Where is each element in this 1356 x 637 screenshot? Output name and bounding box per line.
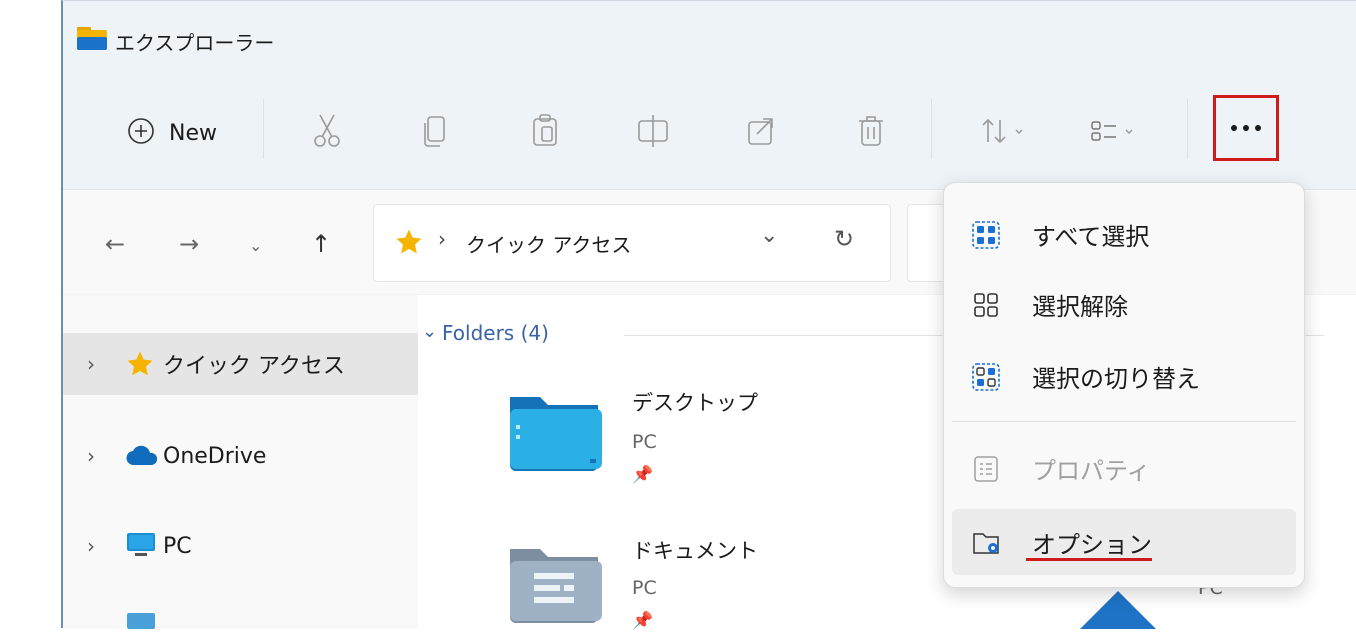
select-none-icon <box>972 291 1000 323</box>
options-highlight-underline <box>1026 558 1152 561</box>
command-bar: New <box>63 85 1356 190</box>
chevron-right-icon[interactable]: › <box>87 444 95 468</box>
folder-tile-desktop[interactable]: デスクトップ PC 📌 <box>498 375 898 495</box>
copy-button[interactable] <box>411 105 459 161</box>
see-more-button[interactable] <box>1213 95 1279 161</box>
group-header-folders[interactable]: Folders (4) <box>442 321 549 345</box>
pin-icon: 📌 <box>632 465 654 485</box>
delete-icon <box>856 113 886 153</box>
folder-tile-documents[interactable]: ドキュメント PC 📌 <box>498 527 898 637</box>
cut-button[interactable] <box>303 105 351 161</box>
up-arrow-icon[interactable]: ↑ <box>311 230 331 258</box>
forward-arrow-icon[interactable]: → <box>179 230 199 258</box>
sidebar-item-label: OneDrive <box>163 443 267 469</box>
menu-item-select-all[interactable]: すべて選択 <box>952 201 1296 267</box>
desktop-folder-icon <box>506 389 602 477</box>
pin-icon: 📌 <box>632 611 654 631</box>
see-more-menu: すべて選択 選択解除 選択の切り替え プロパティ オプション <box>943 182 1305 588</box>
navigation-pane: › クイック アクセス › OneDrive › PC <box>63 295 418 629</box>
menu-item-label: オプション <box>1032 530 1152 559</box>
recent-locations-chevron-icon[interactable]: ⌄ <box>249 236 262 255</box>
sidebar-item-pc[interactable]: › PC <box>63 515 418 577</box>
toolbar-separator <box>263 99 264 159</box>
refresh-icon[interactable]: ↻ <box>834 225 854 253</box>
select-all-icon <box>972 221 1000 253</box>
chevron-right-icon[interactable]: › <box>87 534 95 558</box>
rename-icon <box>636 113 670 153</box>
window-title: エクスプローラー <box>115 31 275 55</box>
folder-location: PC <box>632 431 657 453</box>
menu-item-properties[interactable]: プロパティ <box>952 435 1296 501</box>
address-bar[interactable]: › クイック アクセス ⌄ ↻ <box>373 204 891 282</box>
star-icon <box>394 227 424 261</box>
folder-name: デスクトップ <box>632 391 758 415</box>
paste-button[interactable] <box>521 105 569 161</box>
sort-button[interactable] <box>973 105 1043 161</box>
breadcrumb-separator: › <box>438 227 446 251</box>
toolbar-separator <box>931 99 932 159</box>
documents-folder-icon <box>506 541 602 629</box>
folder-location: PC <box>632 577 657 599</box>
delete-button[interactable] <box>847 105 895 161</box>
share-icon <box>745 114 777 152</box>
sidebar-item-label: クイック アクセス <box>163 354 345 379</box>
sort-icon <box>980 116 1036 150</box>
star-icon <box>125 349 155 383</box>
menu-item-select-none[interactable]: 選択解除 <box>952 271 1296 337</box>
title-bar: エクスプローラー <box>63 1 1356 85</box>
sidebar-item-onedrive[interactable]: › OneDrive <box>63 425 418 487</box>
copy-icon <box>420 113 450 153</box>
sidebar-item-quick-access[interactable]: › クイック アクセス <box>63 333 418 395</box>
toolbar-separator <box>1187 99 1188 159</box>
new-button[interactable]: New <box>107 105 237 161</box>
rename-button[interactable] <box>629 105 677 161</box>
more-icon <box>1228 125 1264 131</box>
menu-item-label: プロパティ <box>1032 456 1151 485</box>
folder-icon <box>75 23 109 57</box>
paste-icon <box>530 113 560 153</box>
collapse-chevron-icon[interactable]: ⌄ <box>422 321 437 342</box>
new-button-label: New <box>169 120 217 146</box>
menu-item-label: すべて選択 <box>1032 222 1150 251</box>
view-button[interactable] <box>1083 105 1153 161</box>
network-icon <box>125 609 161 633</box>
menu-separator <box>952 421 1296 422</box>
back-arrow-icon[interactable]: ← <box>105 230 125 258</box>
view-icon <box>1088 116 1148 150</box>
pictures-folder-icon <box>1080 583 1160 633</box>
menu-item-label: 選択の切り替え <box>1032 364 1200 393</box>
invert-selection-icon <box>972 363 1000 395</box>
cut-icon <box>312 113 342 153</box>
breadcrumb-quick-access[interactable]: クイック アクセス <box>466 229 631 258</box>
chevron-right-icon[interactable]: › <box>87 352 95 376</box>
menu-item-invert-selection[interactable]: 選択の切り替え <box>952 343 1296 409</box>
sidebar-item-label: PC <box>163 533 192 559</box>
properties-icon <box>972 455 1000 487</box>
menu-item-options[interactable]: オプション <box>952 509 1296 575</box>
folder-name: ドキュメント <box>632 539 758 563</box>
plus-circle-icon <box>127 117 155 149</box>
share-button[interactable] <box>737 105 785 161</box>
monitor-icon <box>125 531 157 563</box>
options-icon <box>972 529 1002 561</box>
menu-item-label: 選択解除 <box>1032 292 1128 321</box>
chevron-down-icon[interactable]: ⌄ <box>760 223 778 248</box>
cloud-icon <box>125 445 159 471</box>
